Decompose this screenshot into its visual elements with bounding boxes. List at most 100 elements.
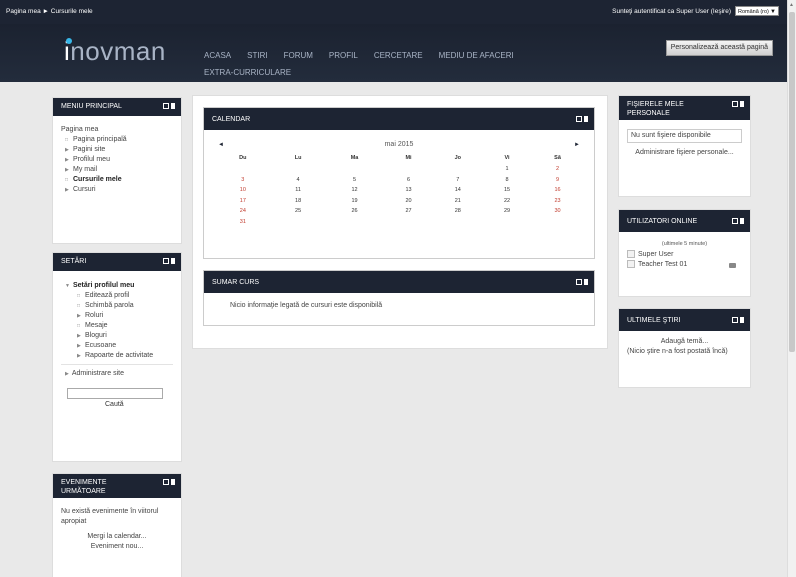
prev-month-icon[interactable]: ◄ [218,138,224,152]
calendar-day[interactable]: 12 [325,185,385,196]
calendar-day[interactable]: 22 [483,196,531,207]
collapse-icon[interactable] [576,279,582,285]
search-button[interactable]: Caută [105,401,124,408]
collapse-icon[interactable] [732,101,738,107]
online-user-row[interactable]: Super User [627,250,742,260]
dock-icon[interactable] [171,479,175,485]
next-month-icon[interactable]: ► [574,138,580,152]
calendar-day[interactable]: 15 [483,185,531,196]
nav-mediu-afaceri[interactable]: MEDIU DE AFACERI [439,47,514,64]
message-icon[interactable] [729,263,736,268]
calendar-day[interactable]: 3 [214,175,272,186]
menu-root[interactable]: Pagina mea [61,124,173,135]
settings-badges[interactable]: ▶ Ecusoane [73,341,173,351]
nav-acasa[interactable]: ACASA [204,47,231,64]
settings-change-password[interactable]: □ Schimbă parola [73,301,173,311]
collapse-icon[interactable] [576,116,582,122]
calendar-day[interactable]: 2 [531,164,584,175]
collapse-icon[interactable] [163,258,169,264]
calendar-day[interactable]: 28 [433,206,483,217]
calendar-nav: ◄ mai 2015 ► [214,138,584,152]
calendar-day[interactable]: 25 [272,206,325,217]
settings-activity-reports[interactable]: ▶ Rapoarte de activitate [73,351,173,361]
settings-edit-profile[interactable]: □ Editează profil [73,291,173,301]
page-scrollbar[interactable]: ▲ [787,0,796,577]
nav-forum[interactable]: FORUM [284,47,313,64]
goto-calendar-link[interactable]: Mergi la calendar... [61,532,173,542]
calendar-day[interactable]: 29 [483,206,531,217]
upcoming-title-line2: URMĂTOARE [61,488,106,495]
nav-cercetare[interactable]: CERCETARE [374,47,423,64]
online-user-row[interactable]: Teacher Test 01 [627,260,742,270]
calendar-day[interactable]: 23 [531,196,584,207]
calendar-day[interactable]: 8 [483,175,531,186]
calendar-day[interactable]: 13 [385,185,433,196]
settings-messages[interactable]: □ Mesaje [73,321,173,331]
site-logo[interactable]: inovman [64,36,166,67]
calendar-day[interactable]: 11 [272,185,325,196]
calendar-day[interactable]: 16 [531,185,584,196]
calendar-day[interactable]: 14 [433,185,483,196]
menu-item-courses[interactable]: ▶ Cursuri [61,185,173,195]
manage-files-link[interactable]: Administrare fişiere personale... [627,148,742,158]
dock-icon[interactable] [584,279,588,285]
menu-item-my-courses[interactable]: □ Cursurile mele [61,175,173,185]
settings-item-label: Ecusoane [85,342,117,349]
calendar-month[interactable]: mai 2015 [385,141,414,148]
menu-item-my-mail[interactable]: ▶ My mail [61,165,173,175]
nav-stiri[interactable]: STIRI [247,47,267,64]
collapse-icon[interactable] [732,218,738,224]
menu-item-site-pages[interactable]: ▶ Pagini site [61,145,173,155]
calendar-day[interactable]: 18 [272,196,325,207]
profile-settings-node[interactable]: ▼ Setări profilul meu [61,281,173,291]
settings-blogs[interactable]: ▶ Bloguri [73,331,173,341]
breadcrumb-my-page[interactable]: Pagina mea [6,8,41,15]
dock-icon[interactable] [171,258,175,264]
scrollbar-thumb[interactable] [789,12,795,352]
menu-item-home[interactable]: □ Pagina principală [61,135,173,145]
settings-search-input[interactable] [67,388,163,399]
collapse-icon[interactable] [732,317,738,323]
calendar-day[interactable]: 4 [272,175,325,186]
calendar-grid: Du Lu Ma Mi Jo Vi Sâ 12 3456789 10 11 12 13… [214,152,584,227]
customize-page-button[interactable]: Personalizează această pagină [665,40,773,56]
collapse-icon[interactable] [163,479,169,485]
dock-icon[interactable] [740,101,744,107]
scroll-up-icon[interactable]: ▲ [789,2,794,8]
menu-item-my-profile[interactable]: ▶ Profilul meu [61,155,173,165]
online-period: (ultimele 5 minute) [661,241,708,247]
calendar-day [433,217,483,228]
nav-extra-curriculare[interactable]: EXTRA-CURRICULARE [204,64,291,81]
calendar-day[interactable]: 26 [325,206,385,217]
add-topic-link[interactable]: Adaugă temă... [627,337,742,347]
calendar-day[interactable]: 27 [385,206,433,217]
dock-icon[interactable] [740,317,744,323]
language-select[interactable]: Română (ro) ▼ [735,6,779,16]
calendar-day[interactable]: 17 [214,196,272,207]
new-event-link[interactable]: Eveniment nou... [61,542,173,552]
calendar-day[interactable]: 20 [385,196,433,207]
collapse-icon[interactable] [163,103,169,109]
dock-icon[interactable] [740,218,744,224]
calendar-day[interactable]: 7 [433,175,483,186]
week-row: 12 [214,164,584,175]
settings-roles[interactable]: ▶ Roluri [73,311,173,321]
calendar-day[interactable]: 30 [531,206,584,217]
week-row: 10 11 12 13 14 15 16 [214,185,584,196]
calendar-day[interactable]: 9 [531,175,584,186]
nav-profil[interactable]: PROFIL [329,47,358,64]
login-info[interactable]: Sunteţi autentificat ca Super User (Ieşi… [612,8,731,15]
calendar-day[interactable]: 6 [385,175,433,186]
dock-icon[interactable] [171,103,175,109]
calendar-day[interactable]: 19 [325,196,385,207]
calendar-day[interactable]: 21 [433,196,483,207]
calendar-day[interactable]: 1 [483,164,531,175]
site-admin-node[interactable]: ▶ Administrare site [61,368,173,380]
calendar-day[interactable]: 10 [214,185,272,196]
calendar-day[interactable]: 24 [214,206,272,217]
calendar-day[interactable]: 31 [214,217,272,228]
calendar-day[interactable]: 5 [325,175,385,186]
dock-icon[interactable] [584,116,588,122]
breadcrumb-my-courses[interactable]: Cursurile mele [51,8,93,15]
expand-arrow-icon: ▶ [77,333,81,339]
